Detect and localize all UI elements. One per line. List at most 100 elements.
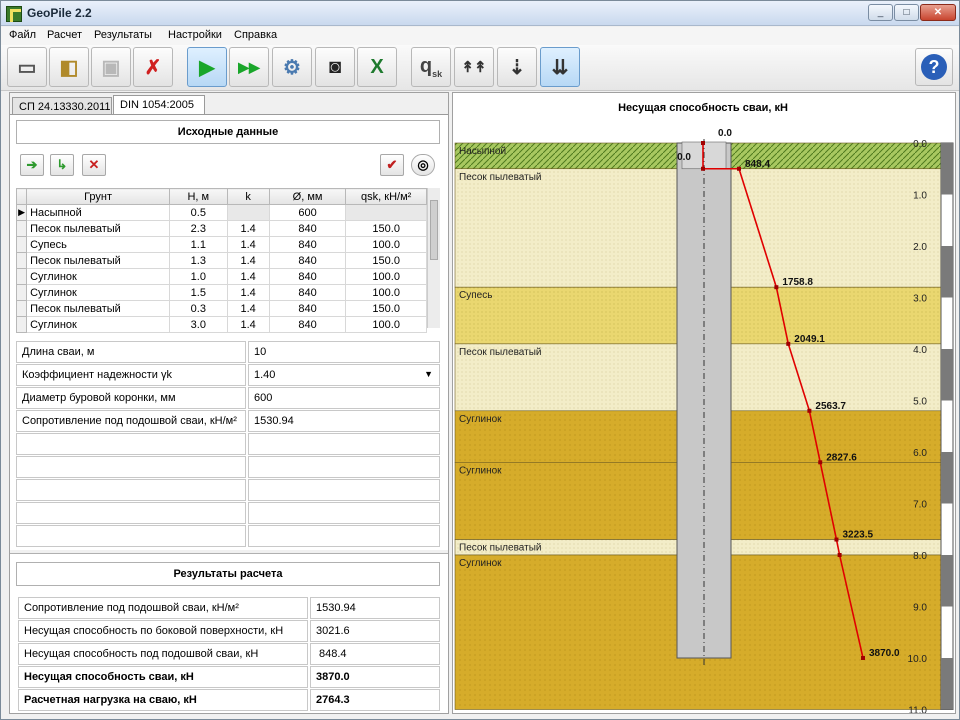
table-row[interactable]: Песок пылеватый 1.3 1.4 840 150.0 bbox=[15, 252, 427, 269]
export-excel-button[interactable]: X bbox=[357, 47, 397, 87]
param-gamma-select[interactable]: 1.40 ▼ bbox=[248, 364, 440, 386]
cell-qsk[interactable]: 150.0 bbox=[345, 252, 427, 269]
cell-qsk[interactable]: 100.0 bbox=[345, 316, 427, 333]
row-indicator[interactable] bbox=[15, 236, 28, 253]
settings-button[interactable]: ⚙ bbox=[272, 47, 312, 87]
camera-icon: ◙ bbox=[328, 55, 342, 78]
cell-k[interactable]: 1.4 bbox=[226, 252, 270, 269]
scroll-thumb[interactable] bbox=[430, 200, 438, 260]
view-arrows-button[interactable]: ↟↟ bbox=[454, 47, 494, 87]
insert-row-button[interactable]: ↳ bbox=[50, 154, 74, 176]
add-row-button[interactable]: ➔ bbox=[20, 154, 44, 176]
run-all-button[interactable]: ▶▶ bbox=[229, 47, 269, 87]
cell-k[interactable]: 1.4 bbox=[226, 268, 270, 285]
cell-thickness[interactable]: 0.5 bbox=[169, 204, 228, 221]
delete-row-button[interactable]: ✕ bbox=[82, 154, 106, 176]
menu-settings[interactable]: Настройки bbox=[168, 29, 222, 41]
open-folder-icon: ◧ bbox=[59, 56, 79, 79]
cell-thickness[interactable]: 1.1 bbox=[169, 236, 228, 253]
col-diameter[interactable]: Ø, мм bbox=[268, 188, 347, 205]
table-row[interactable]: Песок пылеватый 2.3 1.4 840 150.0 bbox=[15, 220, 427, 237]
help-button[interactable]: ? bbox=[915, 48, 953, 86]
cell-soil[interactable]: Суглинок bbox=[26, 284, 171, 301]
row-indicator[interactable] bbox=[15, 300, 28, 317]
cell-soil[interactable]: Песок пылеватый bbox=[26, 220, 171, 237]
cell-diameter[interactable]: 840 bbox=[268, 236, 347, 253]
cell-soil[interactable]: Суглинок bbox=[26, 268, 171, 285]
cell-diameter[interactable]: 840 bbox=[268, 300, 347, 317]
row-indicator[interactable]: ▶ bbox=[15, 204, 28, 221]
cell-k[interactable]: 1.4 bbox=[226, 300, 270, 317]
cell-diameter[interactable]: 840 bbox=[268, 220, 347, 237]
chart-title: Несущая способность сваи, кН bbox=[618, 102, 788, 114]
results-panel: Результаты расчета Сопротивление под под… bbox=[10, 553, 448, 713]
cell-thickness[interactable]: 1.5 bbox=[169, 284, 228, 301]
new-file-button[interactable]: ▭ bbox=[7, 47, 47, 87]
cell-k[interactable]: 1.4 bbox=[226, 220, 270, 237]
view-pile-load-button[interactable]: ⇊ bbox=[540, 47, 580, 87]
minimize-button[interactable]: _ bbox=[868, 4, 893, 21]
cell-soil[interactable]: Насыпной bbox=[26, 204, 171, 221]
row-indicator[interactable] bbox=[15, 252, 28, 269]
table-row[interactable]: Супесь 1.1 1.4 840 100.0 bbox=[15, 236, 427, 253]
row-indicator[interactable] bbox=[15, 268, 28, 285]
view-single-pile-button[interactable]: ⇣ bbox=[497, 47, 537, 87]
cell-thickness[interactable]: 1.3 bbox=[169, 252, 228, 269]
row-indicator[interactable] bbox=[15, 284, 28, 301]
param-length-value[interactable]: 10 bbox=[248, 341, 440, 363]
qsk-button[interactable]: qsk bbox=[411, 47, 451, 87]
cell-qsk[interactable]: 100.0 bbox=[345, 284, 427, 301]
table-row[interactable]: Суглинок 1.5 1.4 840 100.0 bbox=[15, 284, 427, 301]
cell-soil[interactable]: Песок пылеватый bbox=[26, 252, 171, 269]
close-button[interactable]: ✕ bbox=[920, 4, 956, 21]
cell-thickness[interactable]: 3.0 bbox=[169, 316, 228, 333]
cell-soil[interactable]: Суглинок bbox=[26, 316, 171, 333]
table-row[interactable]: Песок пылеватый 0.3 1.4 840 150.0 bbox=[15, 300, 427, 317]
cell-qsk[interactable]: 100.0 bbox=[345, 268, 427, 285]
menu-help[interactable]: Справка bbox=[234, 29, 277, 41]
run-button[interactable]: ▶ bbox=[187, 47, 227, 87]
cell-qsk[interactable] bbox=[345, 204, 427, 221]
cell-k[interactable]: 1.4 bbox=[226, 284, 270, 301]
menu-file[interactable]: Файл bbox=[9, 29, 36, 41]
cell-qsk[interactable]: 150.0 bbox=[345, 300, 427, 317]
cell-qsk[interactable]: 100.0 bbox=[345, 236, 427, 253]
cell-thickness[interactable]: 1.0 bbox=[169, 268, 228, 285]
save-file-button[interactable]: ▣ bbox=[91, 47, 131, 87]
cell-qsk[interactable]: 150.0 bbox=[345, 220, 427, 237]
cell-soil[interactable]: Супесь bbox=[26, 236, 171, 253]
tab-din[interactable]: DIN 1054:2005 bbox=[113, 95, 205, 116]
maximize-button[interactable]: □ bbox=[894, 4, 919, 21]
cell-diameter[interactable]: 840 bbox=[268, 268, 347, 285]
col-qsk[interactable]: qsk, кН/м² bbox=[345, 188, 427, 205]
disc-button[interactable]: ◎ bbox=[411, 154, 435, 176]
cell-k[interactable]: 1.4 bbox=[226, 236, 270, 253]
col-k[interactable]: k bbox=[226, 188, 270, 205]
col-soil[interactable]: Грунт bbox=[26, 188, 171, 205]
table-row[interactable]: Суглинок 3.0 1.4 840 100.0 bbox=[15, 316, 427, 333]
cell-diameter[interactable]: 840 bbox=[268, 316, 347, 333]
param-resist-value[interactable]: 1530.94 bbox=[248, 410, 440, 432]
check-button[interactable]: ✔ bbox=[380, 154, 404, 176]
cell-diameter[interactable]: 840 bbox=[268, 252, 347, 269]
param-crown-value[interactable]: 600 bbox=[248, 387, 440, 409]
row-indicator[interactable] bbox=[15, 220, 28, 237]
cell-diameter[interactable]: 600 bbox=[268, 204, 347, 221]
menu-calculation[interactable]: Расчет bbox=[47, 29, 82, 41]
table-row[interactable]: Суглинок 1.0 1.4 840 100.0 bbox=[15, 268, 427, 285]
close-file-button[interactable]: ✗ bbox=[133, 47, 173, 87]
chevron-down-icon[interactable]: ▼ bbox=[424, 369, 433, 379]
cell-soil[interactable]: Песок пылеватый bbox=[26, 300, 171, 317]
open-file-button[interactable]: ◧ bbox=[49, 47, 89, 87]
table-scrollbar[interactable] bbox=[427, 188, 440, 328]
col-thickness[interactable]: H, м bbox=[169, 188, 228, 205]
menu-results[interactable]: Результаты bbox=[94, 29, 152, 41]
screenshot-button[interactable]: ◙ bbox=[315, 47, 355, 87]
cell-k[interactable]: 1.4 bbox=[226, 316, 270, 333]
cell-k[interactable] bbox=[226, 204, 270, 221]
table-row[interactable]: ▶ Насыпной 0.5 600 bbox=[15, 204, 427, 221]
cell-thickness[interactable]: 0.3 bbox=[169, 300, 228, 317]
cell-diameter[interactable]: 840 bbox=[268, 284, 347, 301]
cell-thickness[interactable]: 2.3 bbox=[169, 220, 228, 237]
row-indicator[interactable] bbox=[15, 316, 28, 333]
